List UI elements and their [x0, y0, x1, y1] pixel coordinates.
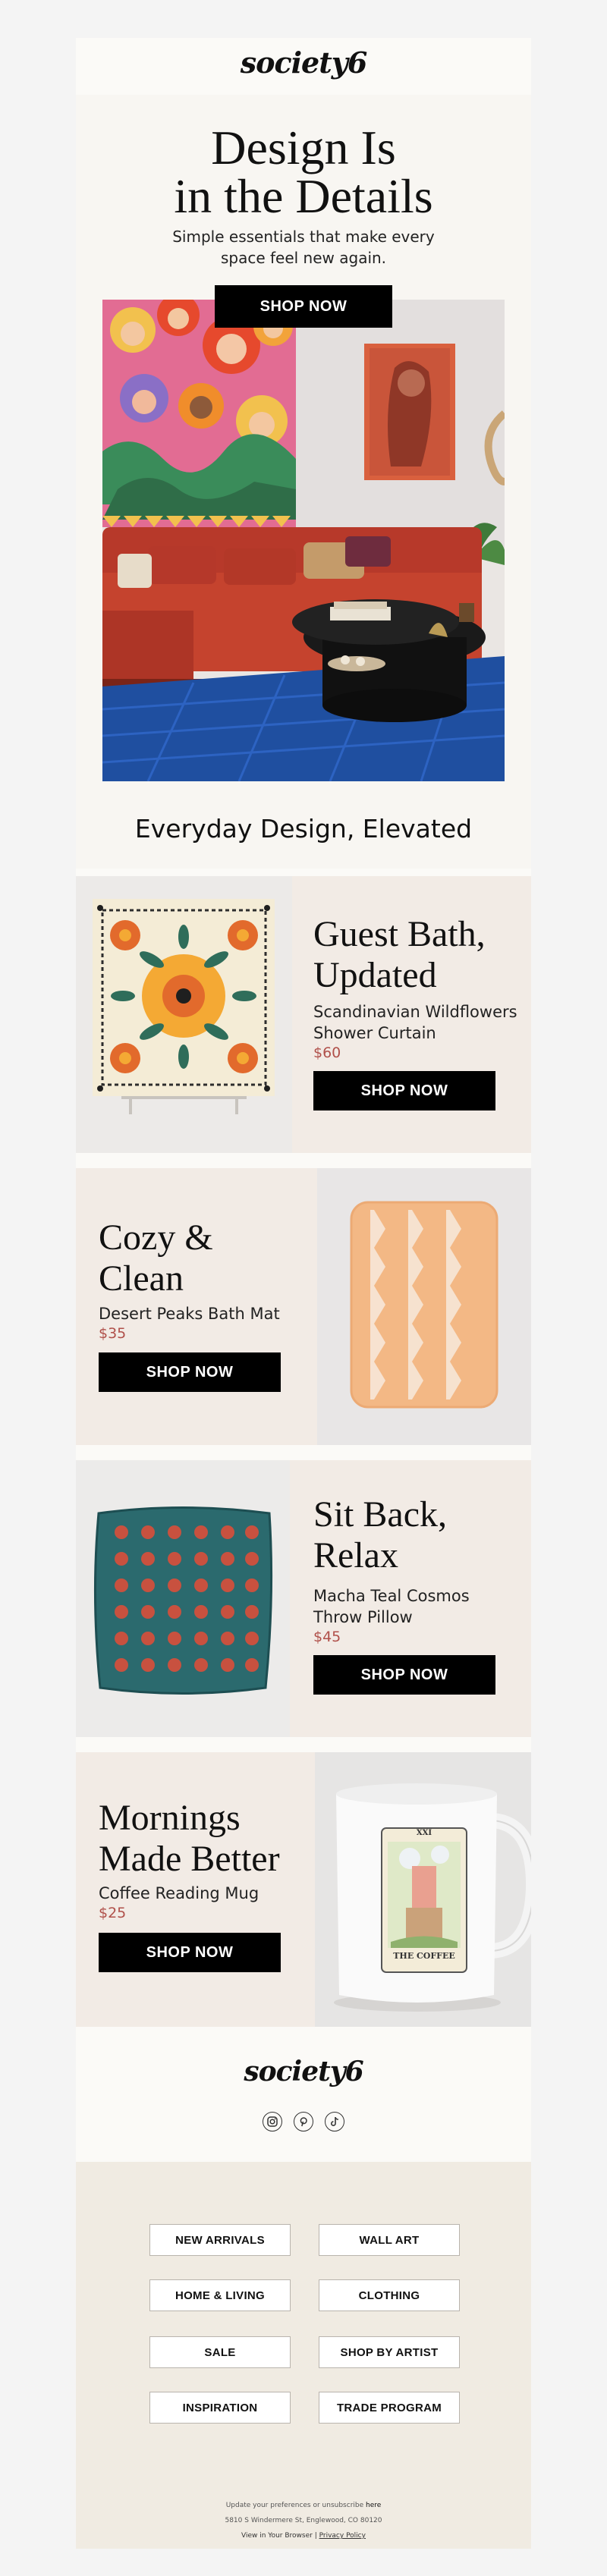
email-container: society6 Design Is in the Details Simple… [76, 38, 542, 2549]
nav-sale[interactable]: SALE [149, 2336, 291, 2368]
shower-curtain-image[interactable] [76, 876, 292, 1153]
nav-inspiration[interactable]: INSPIRATION [149, 2392, 291, 2424]
logo[interactable]: society6 [76, 46, 531, 80]
footer-address: 5810 S Windermere St, Englewood, CO 8012… [225, 2517, 382, 2524]
product-block-shower-curtain: Guest Bath, Updated Scandinavian Wildflo… [76, 876, 531, 1153]
tiktok-icon[interactable] [325, 2112, 344, 2131]
bath-mat-price: $35 [99, 1325, 127, 1342]
shower-curtain-name: Scandinavian Wildflowers Shower Curtain [313, 1003, 517, 1042]
product-block-bath-mat: Cozy & Clean Desert Peaks Bath Mat $35 S… [76, 1168, 531, 1445]
mug-illustration [334, 1783, 542, 2012]
nav-wall-art[interactable]: WALL ART [319, 2224, 460, 2256]
nav-home-living[interactable]: HOME & LIVING [149, 2279, 291, 2311]
mug-shop-now-button[interactable]: SHOP NOW [99, 1933, 281, 1972]
mug-name: Coffee Reading Mug [99, 1884, 259, 1902]
footer-logo[interactable]: society6 [76, 2056, 531, 2088]
throw-pillow-title: Sit Back, Relax [313, 1494, 447, 1575]
unsubscribe-link[interactable]: here [366, 2502, 381, 2509]
nav-new-arrivals[interactable]: NEW ARRIVALS [149, 2224, 291, 2256]
mug-card-label: THE COFFEE [393, 1951, 455, 1961]
hero-image[interactable] [102, 300, 505, 781]
hero-shop-now-button[interactable]: SHOP NOW [215, 285, 392, 328]
bath-mat-title: Cozy & Clean [99, 1217, 213, 1299]
bath-mat-shop-now-button[interactable]: SHOP NOW [99, 1352, 281, 1392]
hero-subtitle: Simple essentials that make every space … [172, 228, 435, 267]
shower-curtain-title: Guest Bath, Updated [313, 914, 486, 995]
tagline: Everyday Design, Elevated [134, 814, 473, 843]
footer-preferences: Update your preferences or unsubscribe h… [225, 2502, 382, 2509]
shower-curtain-shop-now-button[interactable]: SHOP NOW [313, 1071, 495, 1111]
throw-pillow-image[interactable] [76, 1460, 290, 1737]
mug-image[interactable]: XXI THE COFFEE [315, 1752, 542, 2027]
bath-mat-name: Desert Peaks Bath Mat [99, 1305, 280, 1323]
mug-title: Mornings Made Better [99, 1798, 280, 1879]
mug-card-numeral: XXI [416, 1829, 432, 1837]
nav-clothing[interactable]: CLOTHING [319, 2279, 460, 2311]
pinterest-icon[interactable] [294, 2112, 313, 2131]
instagram-icon[interactable] [263, 2112, 282, 2131]
bath-mat-image[interactable] [317, 1168, 531, 1445]
nav-trade-program[interactable]: TRADE PROGRAM [319, 2392, 460, 2424]
product-block-throw-pillow: Sit Back, Relax Macha Teal Cosmos Throw … [76, 1460, 531, 1737]
hero-section: Design Is in the Details Simple essentia… [76, 95, 531, 869]
shower-curtain-price: $60 [313, 1045, 341, 1061]
mug-price: $25 [99, 1905, 127, 1921]
throw-pillow-price: $45 [313, 1629, 341, 1645]
footer-nav-section: NEW ARRIVALS WALL ART HOME & LIVING CLOT… [76, 2162, 531, 2549]
privacy-policy-link[interactable]: Privacy Policy [319, 2532, 366, 2540]
footer-browser-links: View in Your Browser | Privacy Policy [76, 2532, 531, 2540]
hero-title: Design Is in the Details [174, 121, 433, 223]
product-block-mug: Mornings Made Better Coffee Reading Mug … [76, 1752, 542, 2027]
footer-brand: society6 [76, 2027, 531, 2162]
throw-pillow-name: Macha Teal Cosmos Throw Pillow [313, 1587, 470, 1626]
header: society6 [76, 38, 531, 95]
view-in-browser-link[interactable]: View in Your Browser | [241, 2532, 317, 2540]
throw-pillow-shop-now-button[interactable]: SHOP NOW [313, 1655, 495, 1695]
nav-shop-by-artist[interactable]: SHOP BY ARTIST [319, 2336, 460, 2368]
